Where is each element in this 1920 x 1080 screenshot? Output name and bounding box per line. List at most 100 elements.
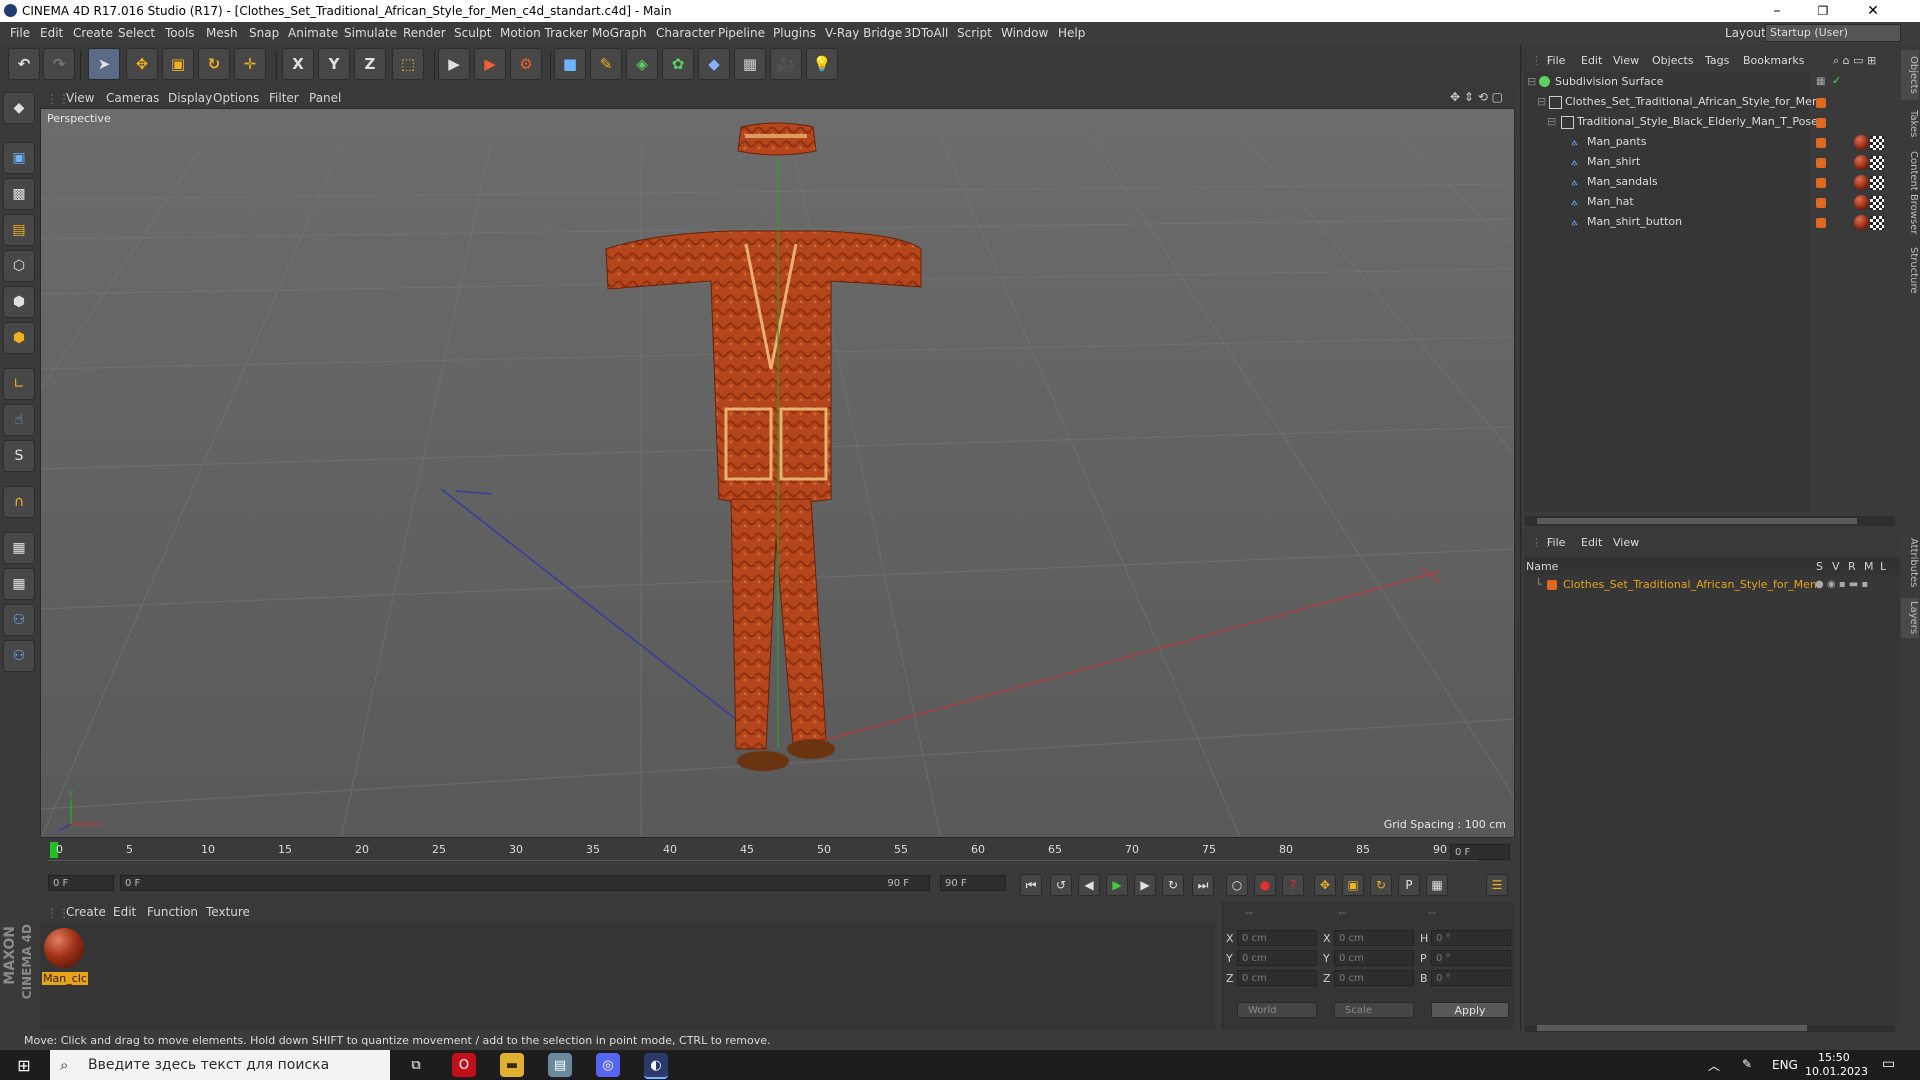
- python-console-icon[interactable]: ⚇: [3, 640, 35, 672]
- rotate-tool-button[interactable]: ↻: [198, 48, 230, 80]
- render-settings-button[interactable]: ⚙: [510, 48, 542, 80]
- object-manager-nav-icons[interactable]: ⌕ ⌂ ▭ ⊞: [1833, 54, 1876, 68]
- task-view-icon[interactable]: ⧉: [404, 1053, 428, 1077]
- coord-space-dropdown[interactable]: World: [1237, 1002, 1317, 1018]
- apply-button[interactable]: Apply: [1431, 1002, 1509, 1018]
- object-menu-bookmarks[interactable]: Bookmarks: [1743, 54, 1804, 67]
- go-to-start-button[interactable]: ⏮: [1020, 874, 1042, 896]
- next-key-button[interactable]: ↻: [1162, 874, 1184, 896]
- menu-mograph[interactable]: MoGraph: [592, 26, 647, 40]
- clock-date[interactable]: 10.01.2023: [1805, 1065, 1868, 1078]
- menu-render[interactable]: Render: [403, 26, 446, 40]
- polygons-mode-icon[interactable]: ⬢: [3, 322, 35, 354]
- keyframe-selection-button[interactable]: ?: [1282, 874, 1304, 896]
- texture-tag-icon[interactable]: [1870, 196, 1884, 210]
- preview-range-slider[interactable]: 0 F 90 F: [120, 875, 930, 891]
- x-axis-button[interactable]: X: [282, 48, 314, 80]
- magnet-icon[interactable]: ∩: [3, 486, 35, 518]
- floor-object-button[interactable]: ▦: [734, 48, 766, 80]
- language-indicator[interactable]: ENG: [1772, 1058, 1798, 1072]
- texture-mode-icon[interactable]: ▩: [3, 178, 35, 210]
- notification-icon[interactable]: ▭: [1882, 1056, 1895, 1072]
- model-mode-icon[interactable]: ▣: [3, 142, 35, 174]
- timeline-ruler[interactable]: 0 5 10 15 20 25 30 35 40 45 50 55 60 65 …: [40, 840, 1515, 870]
- timeline-menu-button[interactable]: ☰: [1486, 874, 1508, 896]
- viewport-menu-filter[interactable]: Filter: [269, 91, 299, 105]
- python-script-icon[interactable]: ⚇: [3, 604, 35, 636]
- scale-tool-button[interactable]: ▣: [162, 48, 194, 80]
- layout-select[interactable]: Startup (User): [1765, 24, 1901, 42]
- material-swatch[interactable]: Man_clc: [40, 922, 92, 992]
- material-tag-icon[interactable]: [1854, 135, 1869, 150]
- cinema4d-taskbar-icon[interactable]: ◐: [644, 1053, 668, 1079]
- undo-button[interactable]: ↶: [8, 48, 40, 80]
- object-menu-file[interactable]: File: [1547, 54, 1565, 67]
- tab-structure[interactable]: Structure: [1901, 244, 1919, 296]
- menu-plugins[interactable]: Plugins: [773, 26, 816, 40]
- layer-menu-edit[interactable]: Edit: [1581, 536, 1602, 549]
- menu-file[interactable]: File: [10, 26, 30, 40]
- coord-size-y-field[interactable]: 0 cm: [1334, 950, 1414, 966]
- taskbar-search[interactable]: ⌕ Введите здесь текст для поиска: [50, 1050, 390, 1080]
- cube-object-button[interactable]: ■: [554, 48, 586, 80]
- tweak-mode-icon[interactable]: ☝: [3, 404, 35, 436]
- record-keys-button[interactable]: ○: [1226, 874, 1248, 896]
- layer-color-icon[interactable]: [1816, 218, 1826, 228]
- menu-select[interactable]: Select: [118, 26, 155, 40]
- tab-attributes[interactable]: Attributes: [1901, 534, 1919, 592]
- file-explorer-icon[interactable]: ▬: [500, 1053, 524, 1077]
- layer-color-icon[interactable]: [1816, 198, 1826, 208]
- object-hscrollbar[interactable]: [1525, 516, 1895, 526]
- menu-tools[interactable]: Tools: [165, 26, 195, 40]
- subdivision-surface-button[interactable]: ◈: [626, 48, 658, 80]
- z-axis-button[interactable]: Z: [354, 48, 386, 80]
- previous-key-button[interactable]: ↺: [1050, 874, 1072, 896]
- key-rotation-button[interactable]: ↻: [1370, 874, 1392, 896]
- texture-tag-icon[interactable]: [1870, 136, 1884, 150]
- viewport-menu-cameras[interactable]: Cameras: [106, 91, 159, 105]
- menu-help[interactable]: Help: [1058, 26, 1085, 40]
- menu-animate[interactable]: Animate: [288, 26, 338, 40]
- layer-color-icon[interactable]: [1816, 138, 1826, 148]
- planar-workplane-icon[interactable]: ▦: [3, 568, 35, 600]
- material-menu-texture[interactable]: Texture: [206, 905, 250, 919]
- coord-size-z-field[interactable]: 0 cm: [1334, 970, 1414, 986]
- viewport-menu-display[interactable]: Display: [168, 91, 212, 105]
- material-menu-edit[interactable]: Edit: [113, 905, 136, 919]
- coord-rot-b-field[interactable]: 0 °: [1431, 970, 1511, 986]
- menu-window[interactable]: Window: [1001, 26, 1048, 40]
- enabled-check-icon[interactable]: ✓: [1832, 74, 1841, 87]
- start-frame-field[interactable]: 0 F: [48, 875, 114, 891]
- menu-motion-tracker[interactable]: Motion Tracker: [500, 26, 588, 40]
- coord-size-x-field[interactable]: 0 cm: [1334, 930, 1414, 946]
- live-selection-button[interactable]: ➤: [88, 48, 120, 80]
- coord-pos-z-field[interactable]: 0 cm: [1237, 970, 1317, 986]
- tab-layers[interactable]: Layers: [1901, 598, 1919, 638]
- object-menu-edit[interactable]: Edit: [1581, 54, 1602, 67]
- make-editable-icon[interactable]: ◆: [3, 92, 35, 124]
- object-menu-objects[interactable]: Objects: [1652, 54, 1694, 67]
- coord-pos-y-field[interactable]: 0 cm: [1237, 950, 1317, 966]
- previous-frame-button[interactable]: ◀: [1078, 874, 1100, 896]
- layer-hscrollbar[interactable]: [1525, 1024, 1895, 1032]
- move-tool-button[interactable]: ✥: [126, 48, 158, 80]
- maximize-button[interactable]: ❐: [1800, 0, 1846, 22]
- render-picture-viewer-button[interactable]: ▶: [474, 48, 506, 80]
- pen-tray-icon[interactable]: ✎: [1742, 1057, 1752, 1071]
- key-pla-button[interactable]: ▦: [1426, 874, 1448, 896]
- light-object-button[interactable]: 💡: [806, 48, 838, 80]
- viewport-nav-icons[interactable]: ✥ ⇕ ⟲ ▢: [1450, 90, 1503, 104]
- object-menu-view[interactable]: View: [1613, 54, 1639, 67]
- tab-objects[interactable]: Objects: [1901, 50, 1919, 100]
- go-to-end-button[interactable]: ⏭: [1192, 874, 1214, 896]
- menu-vray-bridge[interactable]: V-Ray Bridge: [825, 26, 902, 40]
- workplane-mode-icon[interactable]: ▤: [3, 214, 35, 246]
- menu-mesh[interactable]: Mesh: [206, 26, 238, 40]
- clock-time[interactable]: 15:50: [1818, 1051, 1850, 1064]
- next-frame-button[interactable]: ▶: [1134, 874, 1156, 896]
- current-frame-field[interactable]: 0 F: [1450, 844, 1510, 860]
- visibility-toggle-icon[interactable]: ▦: [1816, 76, 1825, 87]
- menu-pipeline[interactable]: Pipeline: [718, 26, 765, 40]
- windows-start-icon[interactable]: ⊞: [12, 1053, 36, 1077]
- coord-pos-x-field[interactable]: 0 cm: [1237, 930, 1317, 946]
